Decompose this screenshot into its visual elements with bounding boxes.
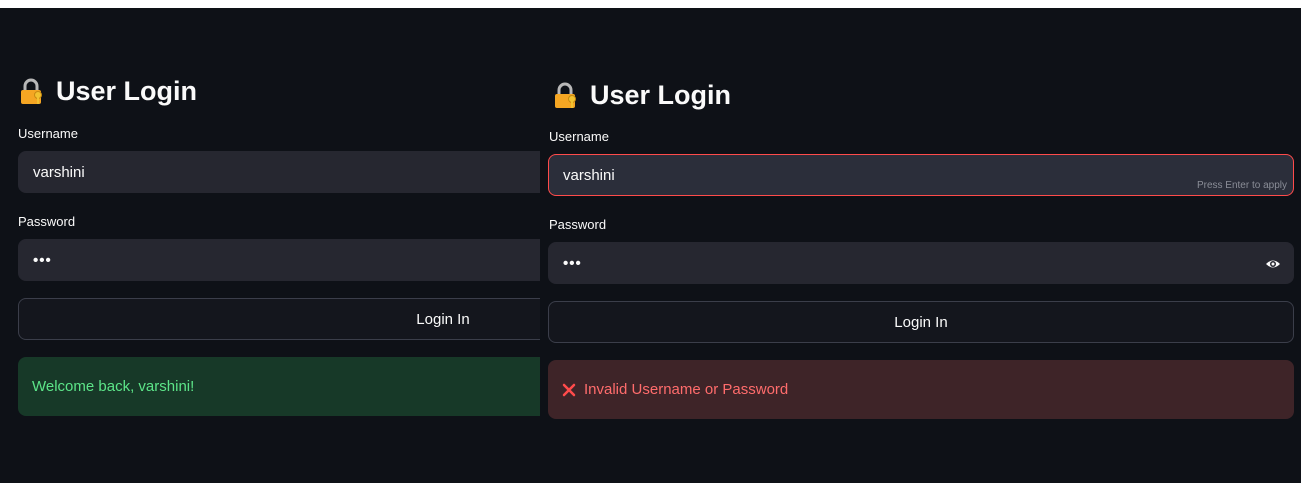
eye-icon[interactable]: [1265, 256, 1281, 272]
username-input[interactable]: varshini Press Enter to apply: [548, 154, 1294, 196]
password-input[interactable]: •••: [18, 239, 540, 281]
page-title-text: User Login: [56, 76, 198, 106]
username-value: varshini: [33, 163, 85, 181]
page-title-text: User Login: [590, 80, 732, 110]
password-label: Password: [549, 217, 607, 232]
password-value: •••: [33, 251, 52, 269]
error-message: Invalid Username or Password: [584, 381, 789, 398]
lock-key-icon: [18, 78, 46, 106]
login-panel-success: User Login Username varshini Password ••…: [0, 8, 540, 483]
login-button-label: Login In: [416, 310, 470, 328]
page-title: User Login: [552, 80, 731, 111]
success-message: Welcome back, varshini!: [32, 378, 195, 395]
login-button-label: Login In: [894, 313, 948, 331]
input-hint: Press Enter to apply: [1196, 180, 1287, 191]
username-label: Username: [549, 129, 609, 144]
login-button[interactable]: Login In: [548, 301, 1294, 343]
password-label: Password: [18, 214, 76, 229]
lock-key-icon: [552, 82, 580, 110]
password-value: •••: [563, 254, 582, 272]
password-input[interactable]: •••: [548, 242, 1294, 284]
x-icon: [562, 383, 576, 397]
error-alert: Invalid Username or Password: [548, 360, 1294, 419]
page-title: User Login: [18, 76, 197, 107]
username-label: Username: [18, 126, 78, 141]
success-alert: Welcome back, varshini!: [18, 357, 540, 416]
username-input[interactable]: varshini: [18, 151, 540, 193]
username-value: varshini: [563, 166, 615, 184]
login-panel-error: User Login Username varshini Press Enter…: [540, 8, 1301, 483]
login-button[interactable]: Login In: [18, 298, 540, 340]
